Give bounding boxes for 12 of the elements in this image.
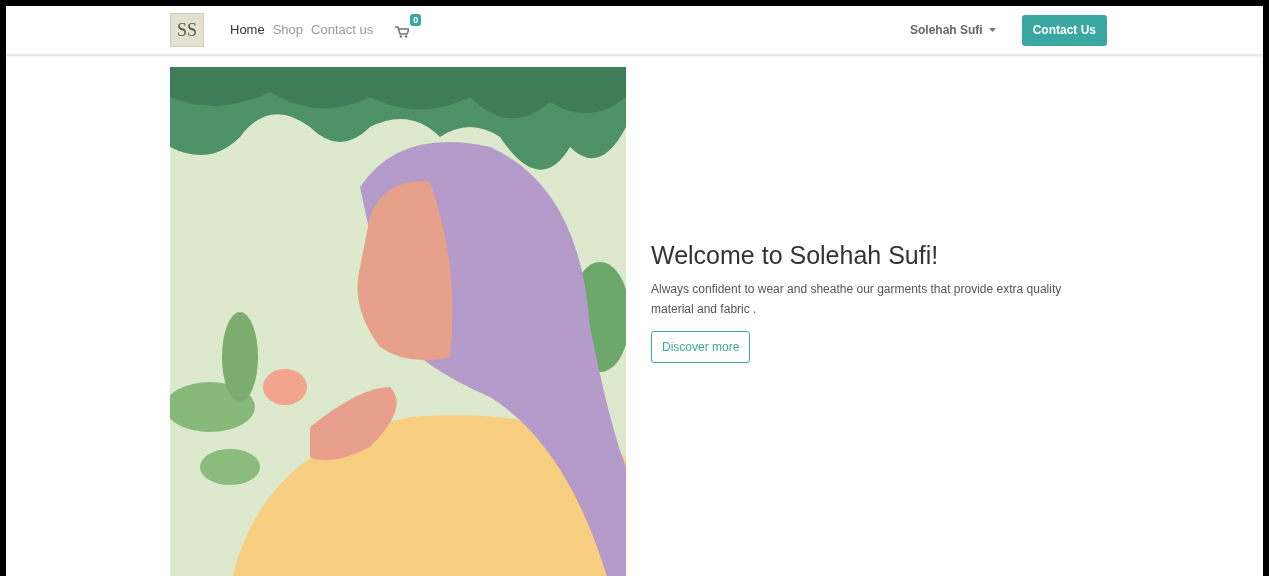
nav-link[interactable]: Shop <box>272 20 304 40</box>
nav-link[interactable]: Contact us <box>311 20 374 40</box>
cart-count-badge: 0 <box>410 14 422 26</box>
caret-icon <box>988 28 996 32</box>
logo[interactable]: SS <box>170 13 204 47</box>
hero-description: Always confident to wear and sheathe our garments that provide extra quality material and fabric . <box>651 281 1063 319</box>
contact-us-button[interactable]: Contact Us <box>1021 14 1107 46</box>
cart-icon[interactable] <box>395 26 410 38</box>
discover-more-button[interactable]: Discover more <box>651 331 751 364</box>
nav-link[interactable]: Home <box>230 20 265 40</box>
hero-title: Welcome to Solehah Sufi! <box>651 239 940 271</box>
user-menu[interactable]: Solehah Sufi <box>909 21 996 39</box>
